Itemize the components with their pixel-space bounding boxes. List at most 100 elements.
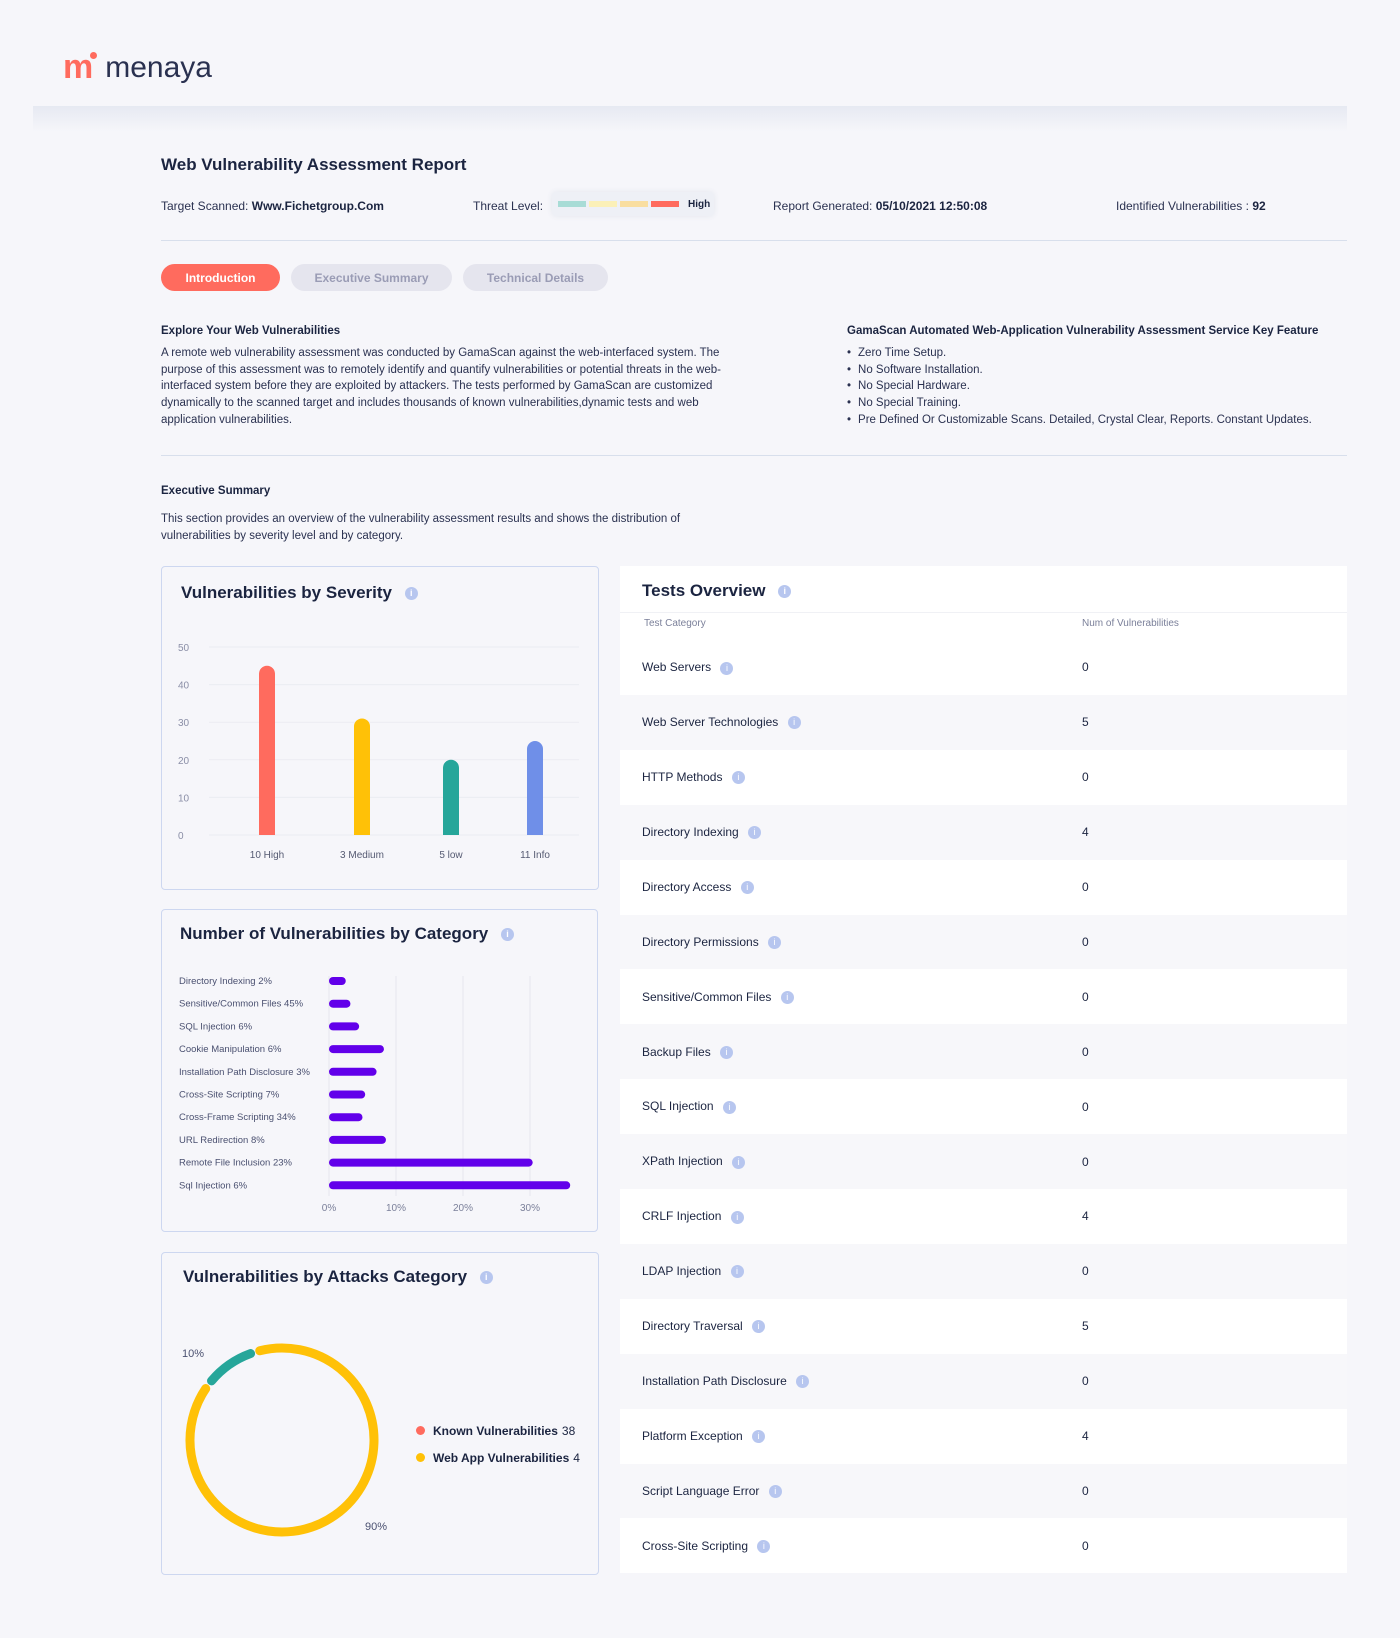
category-label: SQL Injection 6% [179, 1021, 253, 1032]
test-category: Platform Exception i [642, 1429, 766, 1444]
slice-label: 90% [365, 1521, 387, 1533]
test-category: CRLF Injection i [642, 1209, 744, 1224]
test-count: 5 [1082, 715, 1089, 730]
test-name: Web Servers [642, 660, 712, 675]
table-row: Platform Exception i 4 [620, 1409, 1347, 1464]
test-count: 5 [1082, 1319, 1089, 1334]
category-label: Directory Indexing 2% [179, 976, 272, 987]
info-icon[interactable]: i [730, 1265, 744, 1279]
info-icon[interactable]: i [796, 1375, 810, 1389]
test-category: Directory Indexing i [642, 825, 762, 840]
test-name: Installation Path Disclosure [642, 1373, 787, 1388]
test-category: Directory Traversal i [642, 1319, 766, 1334]
x-tick-label: 5 low [439, 850, 463, 861]
test-category: Script Language Error i [642, 1483, 782, 1499]
table-row: SQL Injection i 0 [620, 1079, 1347, 1134]
test-count: 0 [1082, 1538, 1089, 1553]
test-category: Installation Path Disclosure i [642, 1373, 810, 1389]
category-bar [329, 1113, 363, 1122]
test-category: XPath Injection i [642, 1154, 746, 1169]
test-name: Backup Files [642, 1044, 711, 1059]
category-chart: 0% 10% 20% 30% Directory Indexing 2% Sensitiv… [179, 976, 571, 1214]
info-icon[interactable]: i [780, 990, 794, 1004]
col-header-count: Num of Vulnerabilities [1082, 618, 1179, 629]
target-label: Target Scanned: [161, 199, 249, 213]
category-bar [329, 977, 346, 985]
bar-5-low [443, 759, 459, 835]
test-count: 4 [1082, 825, 1089, 840]
tab-technical-details[interactable]: Technical Details [463, 264, 608, 291]
test-category: Web Server Technologies i [642, 715, 801, 730]
info-icon[interactable]: i [720, 661, 734, 675]
threat-seg-3 [620, 201, 648, 207]
info-icon[interactable]: i [787, 716, 801, 730]
category-label: Cross-Frame Scripting 34% [179, 1112, 296, 1123]
category-label: Installation Path Disclosure 3% [179, 1067, 311, 1078]
table-row: LDAP Injection i 0 [620, 1243, 1347, 1299]
info-icon[interactable]: i [730, 1210, 744, 1224]
category-bar [329, 1181, 571, 1190]
info-icon[interactable]: i [722, 1100, 736, 1114]
divider [161, 240, 1347, 241]
y-tick-label: 10 [178, 793, 190, 804]
test-name: Directory Access [642, 879, 732, 894]
table-row: Sensitive/Common Files i 0 [620, 969, 1347, 1024]
y-tick-label: 0 [178, 831, 184, 842]
test-category: Sensitive/Common Files i [642, 990, 794, 1004]
table-row: Directory Indexing i 4 [620, 804, 1347, 860]
table-row: Web Server Technologies i 5 [620, 694, 1347, 750]
category-bar [329, 1045, 384, 1054]
table-row: Directory Permissions i 0 [620, 914, 1347, 970]
table-row: Script Language Error i 0 [620, 1463, 1347, 1519]
category-label: URL Redirection 8% [179, 1135, 265, 1146]
info-icon[interactable]: i [757, 1539, 771, 1553]
threat-seg-4 [651, 201, 679, 207]
threat-value: High [688, 198, 711, 210]
test-name: Script Language Error [642, 1483, 760, 1498]
info-icon[interactable]: i [778, 585, 792, 599]
test-count: 0 [1082, 1264, 1089, 1279]
attacks-card: Vulnerabilities by Attacks Category i 10… [161, 1252, 599, 1575]
category-bar [329, 1158, 533, 1167]
target-scanned: Target Scanned: Www.Fichetgroup.Com [161, 199, 384, 213]
category-label: Sensitive/Common Files 45% [179, 999, 304, 1010]
info-icon[interactable]: i [748, 826, 762, 840]
table-row: HTTP Methods i 0 [620, 750, 1347, 805]
logo-mark: m [63, 48, 98, 86]
bar-10-high [259, 665, 275, 835]
divider [161, 455, 1347, 456]
y-tick-label: 30 [178, 718, 190, 729]
info-icon[interactable]: i [768, 1485, 782, 1499]
test-count: 0 [1082, 1154, 1089, 1169]
features-list: Zero Time Setup. No Software Installatio… [847, 345, 1347, 429]
logo-text: menaya [105, 50, 212, 84]
test-name: Directory Permissions [642, 934, 759, 949]
test-category: Web Servers i [642, 660, 734, 675]
test-name: Sensitive/Common Files [642, 989, 772, 1004]
category-label: Cross-Site Scripting 7% [179, 1090, 280, 1101]
info-icon[interactable]: i [731, 771, 745, 785]
tab-executive-summary[interactable]: Executive Summary [291, 264, 452, 291]
x-tick-label: 20% [453, 1203, 473, 1214]
test-category: SQL Injection i [642, 1099, 736, 1114]
category-label: Sql Injection 6% [179, 1180, 248, 1191]
table-row: Directory Access i 0 [620, 860, 1347, 915]
exec-heading: Executive Summary [161, 485, 271, 497]
info-icon[interactable]: i [732, 1155, 746, 1169]
feature-item: No Special Training. [847, 395, 1347, 412]
tests-title-text: Tests Overview [642, 581, 766, 600]
info-icon[interactable]: i [752, 1430, 766, 1444]
test-name: LDAP Injection [642, 1264, 722, 1279]
info-icon[interactable]: i [768, 936, 782, 950]
identified-value: 92 [1252, 199, 1266, 213]
info-icon[interactable]: i [752, 1320, 766, 1334]
info-icon[interactable]: i [740, 881, 754, 895]
tab-introduction[interactable]: Introduction [161, 264, 280, 291]
table-row: Directory Traversal i 5 [620, 1299, 1347, 1354]
feature-item: No Special Hardware. [847, 378, 1347, 395]
category-label: Cookie Manipulation 6% [179, 1044, 282, 1055]
test-count: 4 [1082, 1209, 1089, 1224]
info-icon[interactable]: i [720, 1045, 734, 1059]
legend-count: 38 [561, 1423, 576, 1438]
intro-heading: Explore Your Web Vulnerabilities [161, 325, 341, 337]
